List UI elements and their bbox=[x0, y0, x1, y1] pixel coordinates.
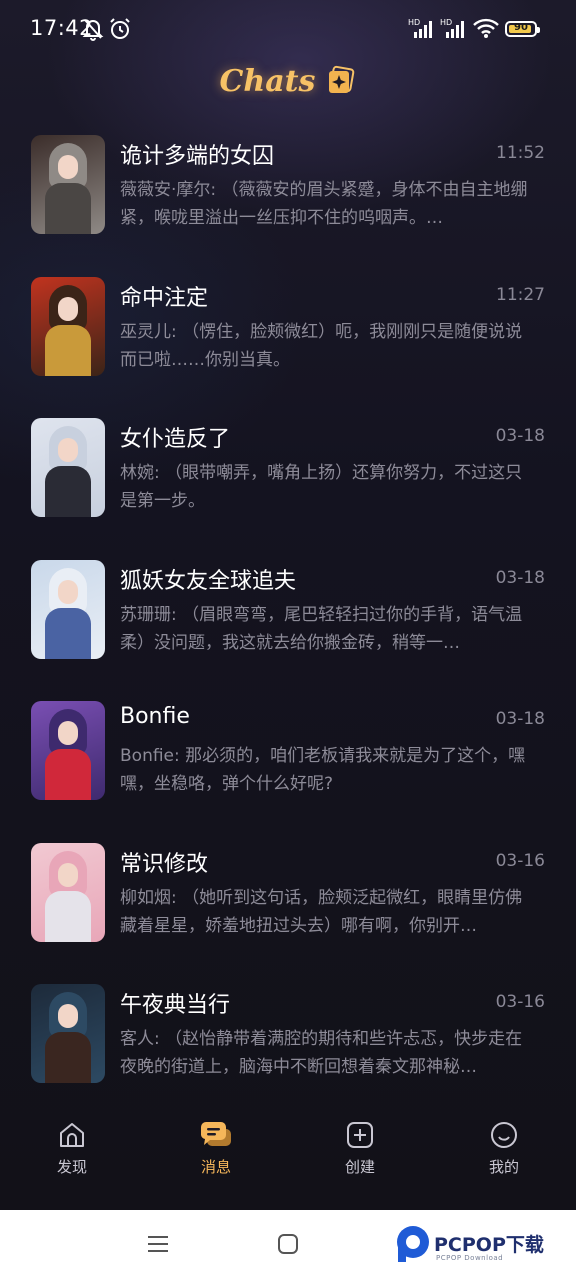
chat-preview: 苏珊珊: （眉眼弯弯，尾巴轻轻扫过你的手背，语气温柔）没问题，我这就去给你搬金砖… bbox=[120, 604, 523, 653]
chat-name: 午夜典当行 bbox=[120, 993, 231, 1018]
avatar[interactable] bbox=[31, 276, 105, 376]
watermark: PCPOP下载 PCPOP Download bbox=[392, 1220, 572, 1270]
chat-preview: 柳如烟: （她听到这句话，脸颊泛起微红，眼睛里仿佛藏着星星，娇羞地扭过头去）哪有… bbox=[120, 887, 523, 936]
signal-hd-1-icon: HD bbox=[408, 17, 434, 39]
avatar-body bbox=[45, 466, 91, 517]
chat-list-item[interactable]: 诡计多端的女囚 11:52 薇薇安·摩尔: （薇薇安的眉头紧蹙，身体不由自主地绷紧，… bbox=[0, 128, 576, 248]
avatar-body bbox=[45, 749, 91, 800]
smile-profile-icon bbox=[491, 1122, 517, 1148]
avatar[interactable] bbox=[31, 842, 105, 942]
wifi-icon bbox=[473, 17, 499, 39]
avatar[interactable] bbox=[31, 984, 105, 1083]
avatar-face bbox=[58, 296, 78, 321]
battery-icon: 90 bbox=[505, 21, 540, 37]
signal-hd-2-icon: HD bbox=[440, 17, 466, 39]
pcpop-logo-icon bbox=[394, 1224, 432, 1268]
avatar-face bbox=[58, 579, 78, 604]
sparkle-card-icon bbox=[326, 65, 356, 99]
chat-preview: 薇薇安·摩尔: （薇薇安的眉头紧蹙，身体不由自主地绷紧，喉咙里溢出一丝压抑不住的… bbox=[120, 180, 528, 228]
avatar-body bbox=[45, 1032, 91, 1083]
avatar-body bbox=[45, 607, 91, 659]
battery-tip bbox=[537, 27, 540, 33]
chat-time: 11:27 bbox=[496, 284, 545, 305]
avatar-face bbox=[58, 721, 78, 745]
chat-time: 03-18 bbox=[495, 426, 545, 446]
chat-time: 11:52 bbox=[496, 143, 545, 163]
plus-square-icon bbox=[347, 1122, 373, 1148]
avatar-body bbox=[45, 890, 91, 942]
avatar-face bbox=[58, 1004, 78, 1028]
mute-bell-icon bbox=[82, 17, 104, 45]
avatar[interactable] bbox=[31, 135, 105, 234]
chat-bubble-icon bbox=[201, 1122, 231, 1146]
avatar-body bbox=[45, 324, 91, 376]
chat-preview: 林婉: （眼带嘲弄，嘴角上扬）还算你努力，不过这只是第一步。 bbox=[120, 463, 523, 511]
avatar[interactable] bbox=[31, 559, 105, 659]
avatar-body bbox=[45, 183, 91, 234]
status-bar: 17:42 HD HD 90 bbox=[0, 0, 576, 60]
watermark-subtext: PCPOP Download bbox=[436, 1254, 504, 1262]
menu-icon[interactable] bbox=[146, 1232, 170, 1260]
nav-label-messages: 消息 bbox=[200, 1158, 231, 1176]
page-title: Chats bbox=[219, 64, 316, 99]
chat-time: 03-16 bbox=[495, 992, 545, 1012]
nav-label-profile: 我的 bbox=[488, 1158, 519, 1176]
chat-time: 03-18 bbox=[495, 709, 545, 729]
chat-preview: 客人: （赵怡静带着满腔的期待和些许忐忑，快步走在夜晚的街道上，脑海中不断回想着… bbox=[120, 1029, 523, 1077]
chat-preview: 巫灵儿: （愣住，脸颊微红）呃，我刚刚只是随便说说而已啦……你别当真。 bbox=[120, 321, 523, 370]
chat-name: 常识修改 bbox=[120, 851, 209, 877]
chat-list-item[interactable]: 命中注定 11:27 巫灵儿: （愣住，脸颊微红）呃，我刚刚只是随便说说而已啦……你… bbox=[0, 270, 576, 390]
chat-name: 女仆造反了 bbox=[120, 427, 231, 452]
avatar-face bbox=[58, 862, 78, 887]
battery-percent: 90 bbox=[514, 22, 528, 33]
avatar[interactable] bbox=[31, 701, 105, 800]
system-nav-bar: PCPOP下载 PCPOP Download bbox=[0, 1210, 576, 1280]
svg-text:HD: HD bbox=[440, 18, 452, 27]
home-icon bbox=[60, 1123, 84, 1147]
chat-name: 狐妖女友全球追夫 bbox=[120, 568, 297, 594]
chat-list-item[interactable]: 狐妖女友全球追夫 03-18 苏珊珊: （眉眼弯弯，尾巴轻轻扫过你的手背，语气温柔）… bbox=[0, 553, 576, 673]
nav-tab-create[interactable]: 创建 bbox=[320, 1120, 400, 1190]
nav-tab-profile[interactable]: 我的 bbox=[464, 1120, 544, 1190]
nav-tab-messages[interactable]: 消息 bbox=[176, 1120, 256, 1190]
chat-time: 03-18 bbox=[495, 567, 545, 588]
avatar[interactable] bbox=[31, 418, 105, 517]
bottom-nav: 发现 消息 创建 我的 bbox=[0, 1108, 576, 1210]
avatar-face bbox=[58, 438, 78, 462]
home-square-icon[interactable] bbox=[276, 1232, 300, 1260]
alarm-icon bbox=[108, 17, 132, 45]
chat-name: Bonfie bbox=[120, 704, 190, 729]
avatar-face bbox=[58, 155, 78, 179]
nav-label-create: 创建 bbox=[344, 1158, 375, 1176]
header: Chats bbox=[0, 64, 576, 112]
chat-list-item[interactable]: Bonfie 03-18 Bonfie: 那必须的，咱们老板请我来就是为了这个，嘿嘿… bbox=[0, 694, 576, 814]
chat-list-item[interactable]: 女仆造反了 03-18 林婉: （眼带嘲弄，嘴角上扬）还算你努力，不过这只是第一步。 bbox=[0, 411, 576, 531]
nav-tab-discover[interactable]: 发现 bbox=[32, 1120, 112, 1190]
chat-list-item[interactable]: 午夜典当行 03-16 客人: （赵怡静带着满腔的期待和些许忐忑，快步走在夜晚的街道… bbox=[0, 977, 576, 1097]
nav-label-discover: 发现 bbox=[56, 1158, 87, 1176]
chat-preview: Bonfie: 那必须的，咱们老板请我来就是为了这个，嘿嘿，坐稳咯，弹个什么好呢… bbox=[120, 746, 526, 794]
chat-name: 命中注定 bbox=[120, 285, 209, 311]
watermark-text: PCPOP下载 bbox=[434, 1234, 544, 1256]
chat-name: 诡计多端的女囚 bbox=[120, 144, 275, 169]
svg-text:HD: HD bbox=[408, 18, 420, 27]
chat-time: 03-16 bbox=[495, 850, 545, 871]
chat-list-item[interactable]: 常识修改 03-16 柳如烟: （她听到这句话，脸颊泛起微红，眼睛里仿佛藏着星星，娇… bbox=[0, 836, 576, 956]
chats-screen: 17:42 HD HD 90 Chats 诡计多端的女囚 11:52 薇薇安·摩尔:… bbox=[0, 0, 576, 1210]
